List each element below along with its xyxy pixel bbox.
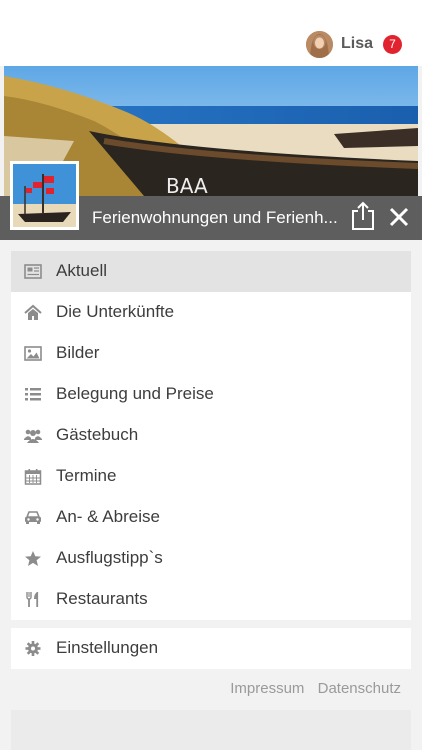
menu-item-belegung[interactable]: Belegung und Preise <box>11 374 411 415</box>
menu-item-einstellungen[interactable]: Einstellungen <box>11 628 411 669</box>
list-icon <box>25 388 41 401</box>
close-button[interactable] <box>388 206 410 228</box>
main-menu: Aktuell Die Unterkünfte Bilder Belegung … <box>11 251 411 620</box>
top-bar: Lisa 7 <box>0 0 422 66</box>
car-icon <box>25 511 41 524</box>
menu-item-bilder[interactable]: Bilder <box>11 333 411 374</box>
menu-item-gaestebuch[interactable]: Gästebuch <box>11 415 411 456</box>
image-icon <box>24 346 42 361</box>
menu-item-label: Die Unterkünfte <box>56 302 175 321</box>
svg-text:BAA: BAA <box>166 174 208 196</box>
menu-item-label: Restaurants <box>56 589 148 608</box>
gear-icon <box>25 641 41 656</box>
calendar-icon <box>24 469 42 485</box>
menu-item-ausflugstipps[interactable]: Ausflugstipp`s <box>11 538 411 579</box>
cutlery-icon <box>26 592 39 607</box>
star-icon <box>25 551 41 566</box>
share-button[interactable] <box>350 201 376 231</box>
menu-item-label: Belegung und Preise <box>56 384 214 403</box>
menu-item-label: Ausflugstipp`s <box>56 548 163 567</box>
property-thumbnail[interactable] <box>10 161 79 230</box>
notification-badge[interactable]: 7 <box>383 34 402 54</box>
menu-item-restaurants[interactable]: Restaurants <box>11 579 411 620</box>
share-icon <box>352 201 374 230</box>
settings-label: Einstellungen <box>56 638 159 657</box>
menu-item-aktuell[interactable]: Aktuell <box>11 251 411 292</box>
menu-item-label: Bilder <box>56 343 100 362</box>
datenschutz-link[interactable]: Datenschutz <box>318 680 401 697</box>
menu-item-unterkuenfte[interactable]: Die Unterkünfte <box>11 292 411 333</box>
menu-item-label: Termine <box>56 466 117 485</box>
menu-item-label: An- & Abreise <box>56 507 160 526</box>
impressum-link[interactable]: Impressum <box>230 680 304 697</box>
footer-links: Impressum Datenschutz <box>221 680 401 697</box>
users-icon <box>24 429 42 443</box>
menu-item-label: Aktuell <box>56 261 108 280</box>
page-title: Ferienwohnungen und Ferienh... <box>92 208 338 227</box>
newspaper-icon <box>24 264 42 279</box>
home-icon <box>24 304 42 320</box>
close-icon <box>389 207 409 227</box>
menu-item-termine[interactable]: Termine <box>11 456 411 497</box>
menu-item-anreise[interactable]: An- & Abreise <box>11 497 411 538</box>
user-menu[interactable]: Lisa 7 <box>305 29 402 59</box>
user-name[interactable]: Lisa <box>341 35 373 53</box>
bottom-card <box>11 710 411 750</box>
avatar[interactable] <box>305 30 333 58</box>
menu-item-label: Gästebuch <box>56 425 139 444</box>
